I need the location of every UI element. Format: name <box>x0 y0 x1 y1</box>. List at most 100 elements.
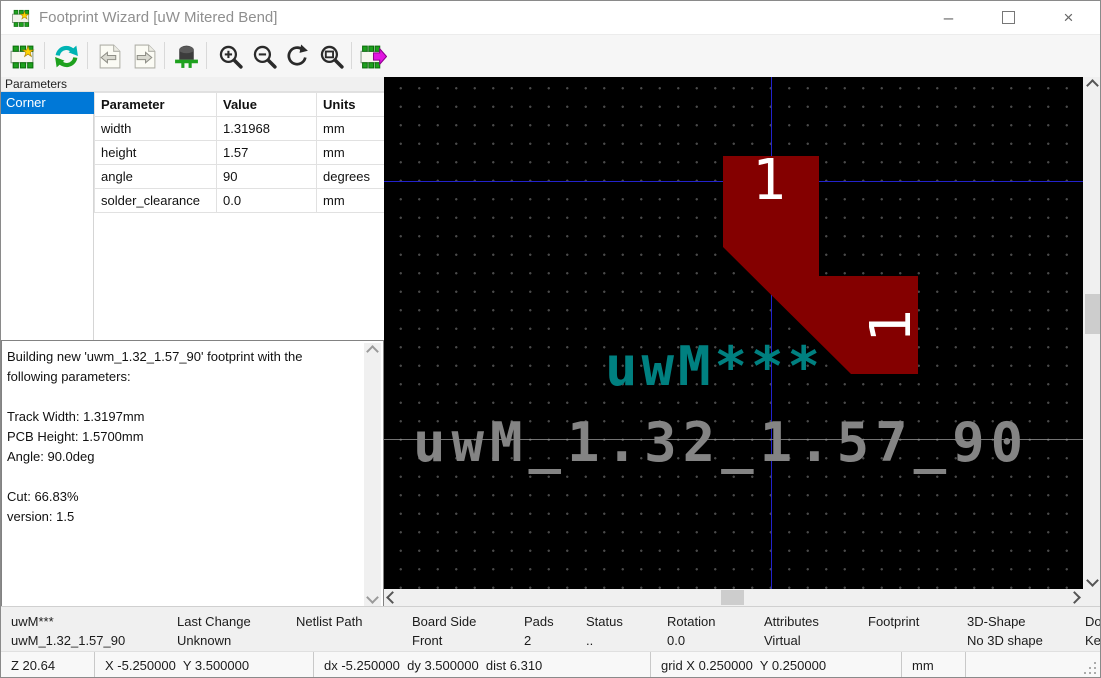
status-field-board-side: Board SideFront <box>412 612 476 650</box>
footprint-reference-text: uwM*** <box>605 339 824 395</box>
zoom-fit-button[interactable] <box>316 41 346 71</box>
param-units-cell: degrees <box>317 165 385 189</box>
status-field-doc: DoKe <box>1085 612 1101 650</box>
table-row: height 1.57 mm <box>95 141 385 165</box>
canvas-vertical-scrollbar[interactable] <box>1083 77 1101 589</box>
window-title: Footprint Wizard [uW Mitered Bend] <box>39 1 277 34</box>
app-icon: ★ <box>11 8 31 28</box>
chevron-left-icon <box>386 591 399 604</box>
footprint-preview-canvas[interactable]: 1 1 uwM*** uwM_1.32_1.57_90 <box>384 77 1083 589</box>
svg-text:★: ★ <box>21 44 34 60</box>
export-footprint-icon <box>360 43 387 70</box>
table-row: angle 90 degrees <box>95 165 385 189</box>
zoom-in-icon <box>217 43 244 70</box>
param-value-cell[interactable]: 90 <box>217 165 317 189</box>
chevron-right-icon <box>1068 591 1081 604</box>
minimize-button[interactable]: – <box>926 1 971 34</box>
minimize-icon: – <box>944 8 953 28</box>
build-message-panel[interactable]: Building new 'uwm_1.32_1.57_90' footprin… <box>1 340 384 609</box>
toolbar: ★ <box>1 35 1101 78</box>
param-units-cell: mm <box>317 117 385 141</box>
scroll-left-button[interactable] <box>384 589 401 606</box>
resize-grip[interactable] <box>1084 662 1098 676</box>
param-value-cell[interactable]: 1.31968 <box>217 117 317 141</box>
maximize-button[interactable] <box>986 1 1031 34</box>
status-field-footprint: Footprint <box>868 612 919 650</box>
status-field-pads: Pads2 <box>524 612 554 650</box>
footprint-status-bar: uwM***uwM_1.32_1.57_90 Last ChangeUnknow… <box>1 606 1101 651</box>
redraw-view-button[interactable] <box>282 41 312 71</box>
table-row: width 1.31968 mm <box>95 117 385 141</box>
status-field-attributes: AttributesVirtual <box>764 612 819 650</box>
toolbar-separator <box>87 42 88 69</box>
param-name-cell: angle <box>95 165 217 189</box>
param-value-cell[interactable]: 1.57 <box>217 141 317 165</box>
maximize-icon <box>1002 11 1015 24</box>
param-name-cell: solder_clearance <box>95 189 217 213</box>
message-line <box>7 387 357 407</box>
col-header-units: Units <box>317 93 385 117</box>
table-row: solder_clearance 0.0 mm <box>95 189 385 213</box>
zoom-in-button[interactable] <box>215 41 245 71</box>
canvas-horizontal-scrollbar[interactable] <box>384 589 1083 606</box>
pad-1-label: 1 <box>752 151 786 211</box>
scrollbar-corner <box>1083 589 1101 606</box>
status-field-reference: uwM***uwM_1.32_1.57_90 <box>11 612 125 650</box>
relative-position: dx -5.250000 dy 3.500000 dist 6.310 <box>314 652 651 678</box>
table-header-row: Parameter Value Units <box>95 93 385 117</box>
message-line: Track Width: 1.3197mm <box>7 407 357 427</box>
page-back-icon <box>96 43 123 70</box>
vertical-scroll-thumb[interactable] <box>1085 294 1100 334</box>
toolbar-separator <box>164 42 165 69</box>
coordinate-status-bar: Z 20.64 X -5.250000 Y 3.500000 dx -5.250… <box>1 651 1101 678</box>
capacitor-icon <box>173 43 200 70</box>
title-bar: ★ Footprint Wizard [uW Mitered Bend] – × <box>1 1 1101 35</box>
zoom-level: Z 20.64 <box>1 652 95 678</box>
message-line: version: 1.5 <box>7 507 357 527</box>
scroll-up-button[interactable] <box>364 343 381 360</box>
select-wizard-button[interactable]: ★ <box>7 41 37 71</box>
chevron-up-icon <box>366 345 379 358</box>
scroll-up-button[interactable] <box>1083 77 1101 94</box>
export-footprint-button[interactable] <box>358 41 388 71</box>
close-button[interactable]: × <box>1046 1 1091 34</box>
param-units-cell: mm <box>317 141 385 165</box>
param-name-cell: width <box>95 117 217 141</box>
message-line: Angle: 90.0deg <box>7 447 357 467</box>
message-line: Cut: 66.83% <box>7 487 357 507</box>
status-field-status: Status.. <box>586 612 623 650</box>
zoom-out-button[interactable] <box>249 41 279 71</box>
page-forward-icon <box>131 43 158 70</box>
scroll-down-button[interactable] <box>1083 572 1101 589</box>
message-line: following parameters: <box>7 367 357 387</box>
param-value-cell[interactable]: 0.0 <box>217 189 317 213</box>
scroll-down-button[interactable] <box>364 589 381 606</box>
previous-page-button[interactable] <box>94 41 124 71</box>
horizontal-scroll-thumb[interactable] <box>721 590 744 605</box>
status-field-netlist-path: Netlist Path <box>296 612 362 650</box>
zoom-fit-icon <box>318 43 345 70</box>
message-scrollbar[interactable] <box>364 343 381 606</box>
message-line: PCB Height: 1.5700mm <box>7 427 357 447</box>
pad-2-label: 1 <box>862 297 920 355</box>
scroll-right-button[interactable] <box>1066 589 1083 606</box>
reload-footprint-button[interactable] <box>51 41 81 71</box>
show-pads-button[interactable] <box>171 41 201 71</box>
star-icon: ★ <box>19 10 29 22</box>
status-field-rotation: Rotation0.0 <box>667 612 715 650</box>
empty-cell <box>966 652 1101 678</box>
zoom-out-icon <box>251 43 278 70</box>
status-field-last-change: Last ChangeUnknown <box>177 612 251 650</box>
next-page-button[interactable] <box>129 41 159 71</box>
cursor-position: X -5.250000 Y 3.500000 <box>95 652 314 678</box>
param-name-cell: height <box>95 141 217 165</box>
parameters-caption: Parameters <box>1 77 384 92</box>
copper-track-shape <box>384 77 1083 589</box>
toolbar-separator <box>206 42 207 69</box>
status-field-3d-shape: 3D-ShapeNo 3D shape <box>967 612 1043 650</box>
toolbar-separator <box>351 42 352 69</box>
units-indicator: mm <box>902 652 966 678</box>
footprint-wizard-window: ★ Footprint Wizard [uW Mitered Bend] – ×… <box>0 0 1101 678</box>
wizard-page-list[interactable]: Corner <box>1 92 94 340</box>
page-list-item-corner[interactable]: Corner <box>1 92 94 114</box>
